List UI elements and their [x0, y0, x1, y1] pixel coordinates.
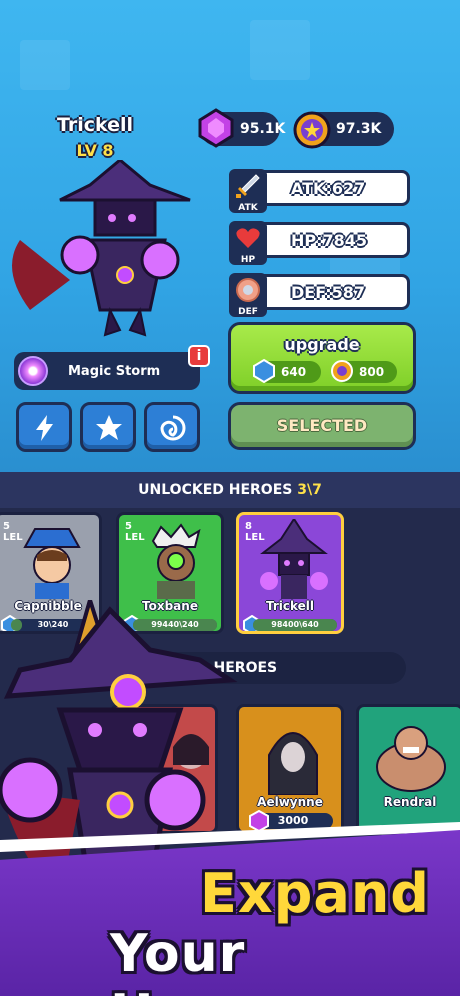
locked-hero-price: 3000: [249, 810, 333, 831]
locked-hero-name: Rendral: [383, 795, 437, 809]
gem-counter: 95.1K: [198, 108, 285, 148]
hero-progress-bar: 98400\640: [253, 619, 337, 631]
star-icon: [96, 415, 122, 440]
lightning-icon: [36, 415, 53, 441]
unlocked-heroes-header: UNLOCKED HEROES 3\7: [0, 472, 460, 508]
hero-toxbane-portrait: [151, 523, 201, 599]
locked-hero-card[interactable]: Rendral: [356, 704, 460, 834]
medal-small-icon: [331, 360, 353, 382]
bg-tile: [250, 20, 310, 80]
upgrade-cost-gems: 640: [253, 358, 321, 384]
upgrade-button[interactable]: upgrade 640 800: [228, 322, 416, 394]
heart-icon: [236, 228, 260, 248]
hero-card-name: Trickell: [265, 599, 315, 613]
medal-count: 97.3K: [336, 121, 382, 137]
shield-icon: [236, 278, 260, 302]
locked-hero-name: Aelwynne: [257, 795, 323, 809]
vortex-icon: [160, 415, 186, 441]
hero-level-tag: 5 LEL: [125, 521, 145, 543]
hero-trickell-portrait: [260, 519, 328, 599]
stat-def: DEF DEF:587: [229, 273, 410, 317]
gem-icon: [198, 108, 234, 148]
hero-rendral-portrait: [376, 726, 446, 792]
hero-aelwynne-portrait: [268, 732, 318, 795]
skill-orb-icon: [18, 356, 48, 386]
skill-info-button[interactable]: i: [188, 345, 210, 367]
star-button[interactable]: [80, 402, 136, 452]
promo-title-line1: Expand: [200, 862, 430, 925]
def-badge: DEF: [229, 273, 267, 317]
hero-level-tag: 5 LEL: [3, 521, 23, 543]
sword-icon: [236, 174, 260, 198]
skill-name: Magic Storm: [68, 363, 161, 379]
def-value: DEF:587: [291, 282, 366, 302]
lightning-button[interactable]: [16, 402, 72, 452]
hp-value: HP:7845: [291, 230, 368, 250]
hero-level-tag: 8 LEL: [245, 521, 265, 543]
medal-counter: 97.3K: [293, 111, 394, 149]
upgrade-cost-medals: 800: [331, 360, 397, 383]
atk-value: ATK:627: [291, 178, 366, 198]
gem-count: 95.1K: [240, 121, 286, 137]
stat-atk: ATK ATK:627: [229, 169, 410, 213]
bg-tile: [20, 40, 70, 90]
hero-level: LV 8: [76, 141, 114, 160]
stat-hp: HP HP:7845: [229, 221, 410, 265]
hero-capnibble-portrait: [23, 528, 81, 599]
upgrade-medal-cost: 800: [359, 365, 385, 379]
locked-hero-card[interactable]: Aelwynne 3000: [236, 704, 344, 834]
atk-badge: ATK: [229, 169, 267, 213]
hero-card[interactable]: 8 LEL Trickell 98400\640: [236, 512, 344, 634]
upgrade-label: upgrade: [284, 335, 360, 354]
medal-icon: [293, 111, 331, 149]
hero-name: Trickell: [56, 114, 134, 136]
hero-detail-panel: Trickell LV 8 95.1K 97.3K ATK ATK:627 HP…: [0, 0, 460, 472]
crystal-icon: [253, 358, 275, 384]
hero-portrait: [12, 160, 191, 337]
hp-badge: HP: [229, 221, 267, 265]
skill-button[interactable]: Magic Storm: [14, 352, 200, 390]
selected-button[interactable]: SELECTED: [228, 402, 416, 450]
vortex-button[interactable]: [144, 402, 200, 452]
promo-title-line2: Your Heroes: [110, 924, 321, 996]
unlocked-title: UNLOCKED HEROES: [138, 482, 293, 498]
unlocked-count: 3\7: [297, 482, 322, 498]
upgrade-gem-cost: 640: [281, 365, 307, 379]
hp-tag: HP: [240, 255, 256, 265]
atk-tag: ATK: [238, 203, 258, 213]
gem-icon: [249, 810, 269, 831]
def-tag: DEF: [238, 307, 258, 317]
